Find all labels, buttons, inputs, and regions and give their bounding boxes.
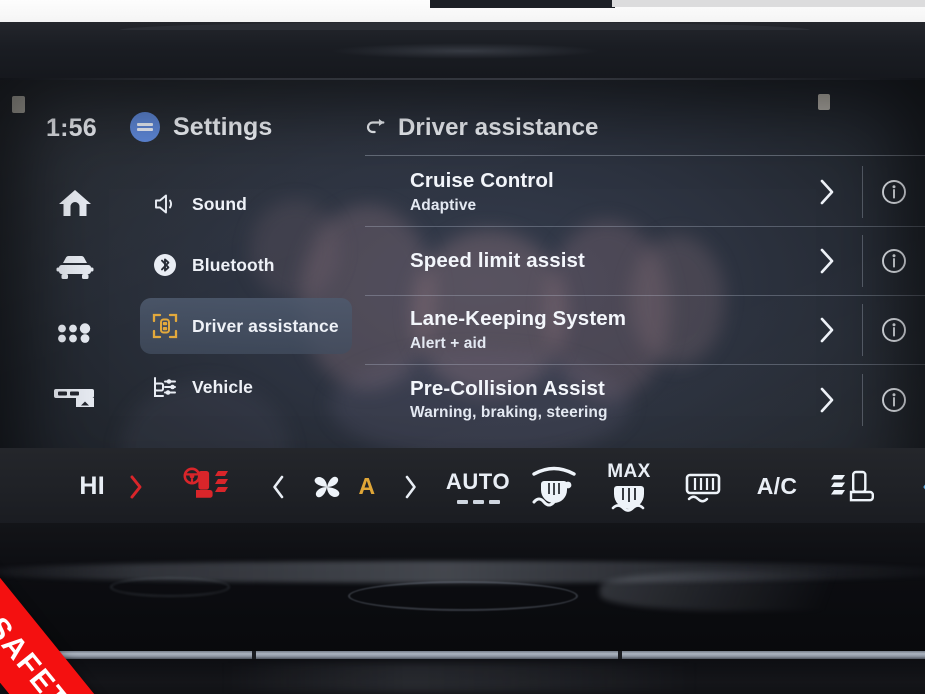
rail-item-home[interactable] xyxy=(44,172,106,234)
feature-title: Cruise Control xyxy=(410,169,554,193)
chevron-right-icon[interactable] xyxy=(792,316,862,344)
car-front-icon xyxy=(56,256,94,279)
feature-title: Pre-Collision Assist xyxy=(410,376,605,400)
chrome-trim-gap xyxy=(252,651,256,659)
feature-title: Lane-Keeping System xyxy=(410,307,627,331)
list-item[interactable]: Cruise Control Adaptive xyxy=(365,158,925,227)
feature-title: Speed limit assist xyxy=(410,248,585,272)
rail-item-apps[interactable] xyxy=(44,302,106,364)
info-icon[interactable] xyxy=(863,317,925,343)
info-icon[interactable] xyxy=(863,387,925,413)
driver-assist-icon xyxy=(152,313,178,339)
windshield-strip xyxy=(612,0,925,7)
list-item[interactable]: Pre-Collision Assist Warning, braking, s… xyxy=(365,365,925,434)
feature-subtitle: Adaptive xyxy=(410,196,477,214)
dash-gloss xyxy=(600,571,925,611)
dash-detail xyxy=(348,581,578,611)
fan-blades-icon xyxy=(314,476,340,497)
climate-control-bar[interactable]: HI A AUTO MAX A/C xyxy=(0,448,925,525)
home-icon xyxy=(59,190,91,216)
sliders-icon xyxy=(130,112,160,142)
info-icon[interactable] xyxy=(863,248,925,274)
windshield-dark-patch xyxy=(430,0,615,8)
driver-temp-up-button[interactable] xyxy=(105,474,167,500)
driver-assistance-feature-list[interactable]: Cruise Control Adaptive Speed limit assi… xyxy=(365,158,925,434)
list-item[interactable]: Lane-Keeping System Alert + aid xyxy=(365,296,925,365)
driver-temp-value[interactable]: HI xyxy=(0,472,105,501)
auto-button[interactable]: AUTO xyxy=(436,469,520,504)
rail-item-media[interactable] xyxy=(44,367,106,429)
vehicle-settings-icon xyxy=(152,374,178,400)
feature-text: Lane-Keeping System Alert + aid xyxy=(365,307,792,352)
settings-sidebar[interactable]: Sound Bluetooth Driver assistance Vehicl… xyxy=(140,176,352,420)
sidebar-item-driver-assistance[interactable]: Driver assistance xyxy=(140,298,352,354)
front-defrost-button[interactable] xyxy=(520,464,588,510)
chevron-left-icon xyxy=(923,484,925,489)
defrost-fan-icon xyxy=(611,486,645,512)
front-defrost-icon xyxy=(532,466,576,506)
feature-text: Cruise Control Adaptive xyxy=(365,169,792,214)
bezel-marker xyxy=(818,94,830,110)
chevron-left-icon xyxy=(272,475,283,498)
sidebar-item-vehicle[interactable]: Vehicle xyxy=(140,359,352,415)
rear-defrost-button[interactable] xyxy=(670,470,736,504)
sidebar-item-label: Bluetooth xyxy=(192,254,275,275)
list-item[interactable]: Speed limit assist xyxy=(365,227,925,296)
auto-level-dashes xyxy=(456,500,500,504)
back-arrow-icon[interactable] xyxy=(365,117,387,139)
fan-auto-indicator: A xyxy=(358,473,376,499)
fan-icon[interactable] xyxy=(304,471,350,503)
rear-defrost-icon xyxy=(685,473,721,502)
nav-rail[interactable] xyxy=(44,172,106,432)
chrome-trim-gap xyxy=(618,651,622,659)
chrome-trim xyxy=(0,651,925,659)
feature-subtitle: Warning, braking, steering xyxy=(410,404,608,422)
chevron-right-icon xyxy=(405,475,416,498)
max-defrost-button[interactable]: MAX xyxy=(588,461,670,512)
passenger-ventilated-seat-button[interactable] xyxy=(818,467,900,507)
ac-button[interactable]: A/C xyxy=(736,473,818,500)
heated-seat-steering-icon xyxy=(183,467,228,498)
fan-speed-down-button[interactable] xyxy=(252,474,304,500)
dash-detail xyxy=(110,577,230,597)
chevron-right-icon xyxy=(130,475,142,498)
sidebar-item-label: Sound xyxy=(192,193,247,214)
app-title: Settings xyxy=(173,112,273,141)
speaker-icon xyxy=(152,191,178,217)
settings-app-header: Settings xyxy=(130,112,272,142)
lower-dashboard xyxy=(0,523,925,694)
rail-item-vehicle[interactable] xyxy=(44,237,106,299)
section-header[interactable]: Driver assistance xyxy=(365,114,599,142)
apps-grid-icon xyxy=(58,323,91,343)
dash-gloss xyxy=(220,663,700,693)
dash-bezel-sheen xyxy=(330,43,600,59)
passenger-temp-down-button[interactable] xyxy=(900,474,925,500)
chevron-right-icon[interactable] xyxy=(792,386,862,414)
chevron-right-icon[interactable] xyxy=(792,178,862,206)
info-icon[interactable] xyxy=(863,179,925,205)
feature-text: Pre-Collision Assist Warning, braking, s… xyxy=(365,377,792,422)
driver-heated-seat-steering-button[interactable] xyxy=(167,467,252,507)
sidebar-item-sound[interactable]: Sound xyxy=(140,176,352,232)
page-title: Driver assistance xyxy=(398,114,599,141)
chevron-right-icon[interactable] xyxy=(792,247,862,275)
feature-text: Speed limit assist xyxy=(365,249,792,273)
seat-layout-icon xyxy=(54,389,94,407)
sidebar-item-label: Driver assistance xyxy=(192,315,339,336)
clock: 1:56 xyxy=(46,114,97,142)
sidebar-item-label: Vehicle xyxy=(192,376,254,397)
bezel-marker xyxy=(12,96,25,113)
header-divider xyxy=(365,155,925,156)
ventilated-seat-icon xyxy=(831,470,874,501)
feature-subtitle: Alert + aid xyxy=(410,334,487,352)
bluetooth-icon xyxy=(152,252,178,278)
sidebar-item-bluetooth[interactable]: Bluetooth xyxy=(140,237,352,293)
fan-speed-up-button[interactable] xyxy=(384,474,436,500)
dashboard-photo: 1:56 Settings Driver assistance Sound Bl… xyxy=(0,0,925,694)
